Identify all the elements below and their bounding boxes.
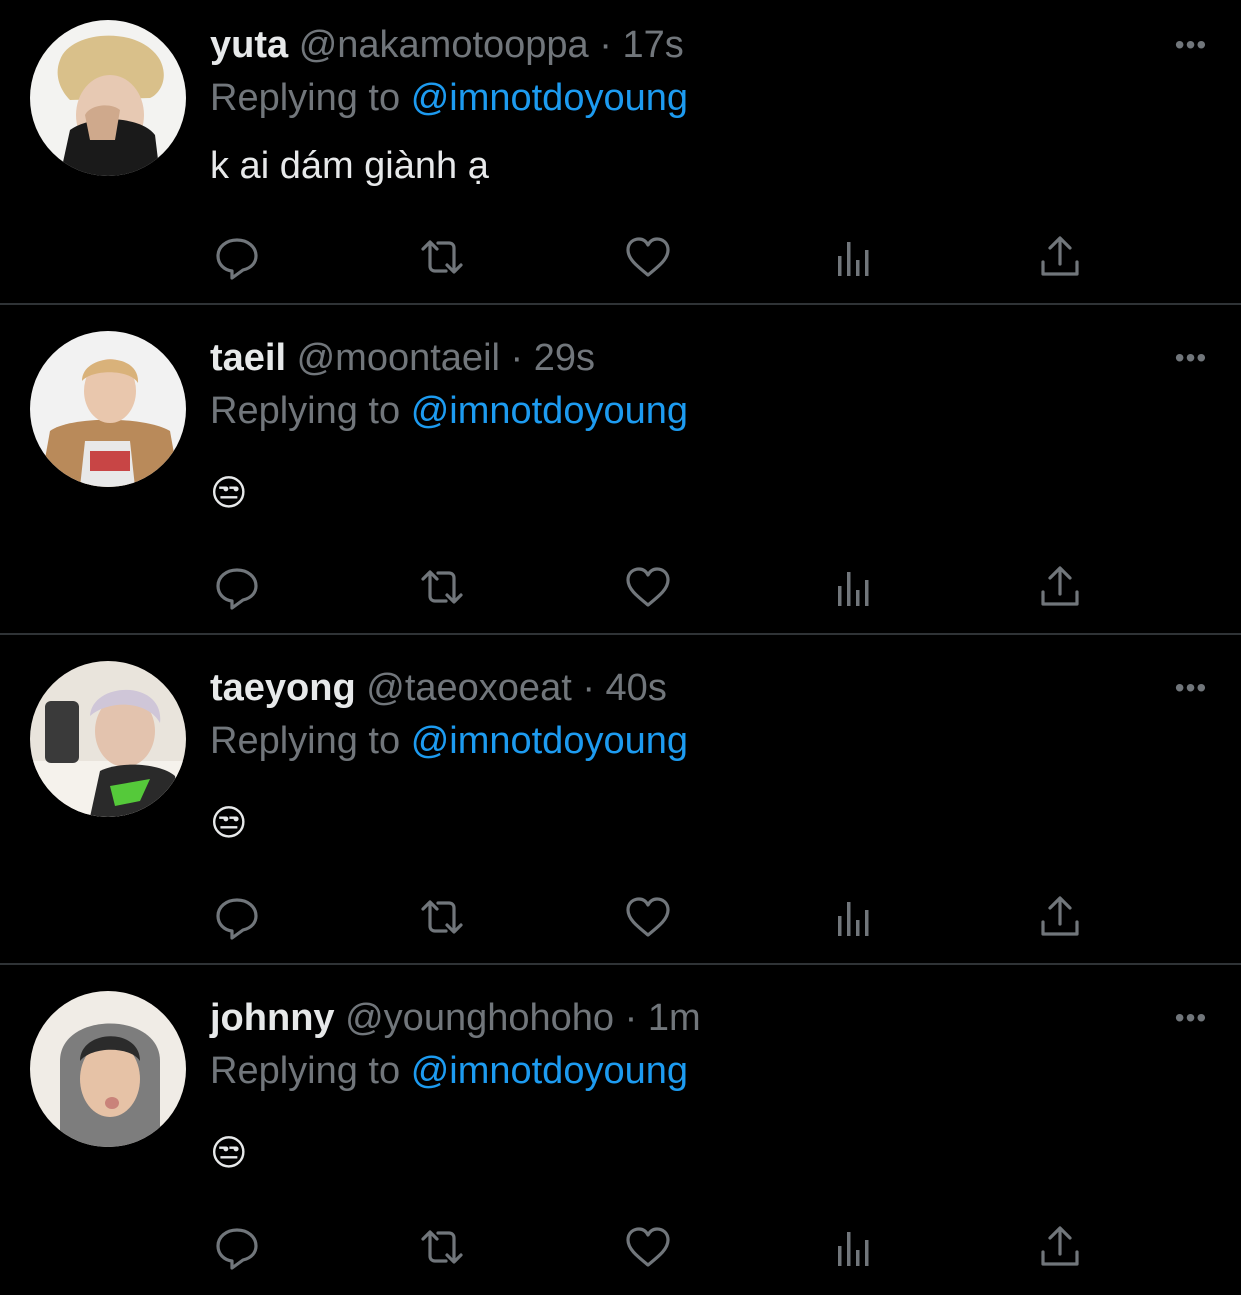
replying-to-line: Replying to @imnotdoyoung	[210, 1048, 688, 1094]
display-name[interactable]: yuta	[210, 24, 288, 66]
more-options-icon[interactable]: •••	[1171, 31, 1211, 59]
avatar[interactable]	[30, 331, 186, 487]
share-icon[interactable]	[1035, 562, 1085, 612]
reply-feed: yuta @nakamotooppa · 17s Replying to @im…	[0, 0, 1241, 1295]
tweet-actions	[210, 892, 1090, 942]
more-options-icon[interactable]: •••	[1171, 344, 1211, 372]
separator-dot: ·	[510, 337, 524, 379]
avatar-image	[30, 20, 186, 176]
like-icon[interactable]	[623, 1222, 673, 1272]
tweet-header: taeyong @taeoxoeat · 40s	[210, 665, 667, 711]
reply-icon[interactable]	[212, 232, 262, 282]
avatar-image	[30, 661, 186, 817]
replying-prefix: Replying to	[210, 1050, 401, 1092]
display-name[interactable]: johnny	[210, 997, 335, 1039]
user-handle[interactable]: @taeoxoeat	[366, 667, 572, 709]
like-icon[interactable]	[623, 892, 673, 942]
tweet-header: taeil @moontaeil · 29s	[210, 335, 595, 381]
replying-to-line: Replying to @imnotdoyoung	[210, 75, 688, 121]
tweet-header: yuta @nakamotooppa · 17s	[210, 22, 684, 68]
replying-prefix: Replying to	[210, 720, 401, 762]
retweet-icon[interactable]	[417, 232, 467, 282]
mention-link[interactable]: @imnotdoyoung	[411, 390, 688, 432]
more-options-icon[interactable]: •••	[1171, 1004, 1211, 1032]
timestamp[interactable]: 40s	[606, 667, 667, 709]
tweet-header: johnny @younghohoho · 1m	[210, 995, 701, 1041]
tweet-actions	[210, 232, 1090, 282]
views-icon[interactable]	[830, 562, 880, 612]
tweet-text: 😒	[210, 802, 248, 843]
retweet-icon[interactable]	[417, 1222, 467, 1272]
replying-prefix: Replying to	[210, 390, 401, 432]
avatar-image	[30, 991, 186, 1147]
separator-dot: ·	[599, 24, 612, 66]
like-icon[interactable]	[623, 562, 673, 612]
mention-link[interactable]: @imnotdoyoung	[411, 720, 688, 762]
avatar-image	[30, 331, 186, 487]
retweet-icon[interactable]	[417, 562, 467, 612]
tweet-text: 😒	[210, 472, 248, 513]
views-icon[interactable]	[830, 232, 880, 282]
replying-to-line: Replying to @imnotdoyoung	[210, 388, 688, 434]
display-name[interactable]: taeil	[210, 337, 286, 379]
share-icon[interactable]	[1035, 892, 1085, 942]
reply-icon[interactable]	[212, 562, 262, 612]
timestamp[interactable]: 17s	[622, 24, 683, 66]
avatar[interactable]	[30, 20, 186, 176]
retweet-icon[interactable]	[417, 892, 467, 942]
tweet-actions	[210, 562, 1090, 612]
like-icon[interactable]	[623, 232, 673, 282]
separator-dot: ·	[624, 997, 638, 1039]
timestamp[interactable]: 29s	[534, 337, 595, 379]
mention-link[interactable]: @imnotdoyoung	[411, 77, 688, 119]
replying-prefix: Replying to	[210, 77, 401, 119]
avatar[interactable]	[30, 991, 186, 1147]
tweet[interactable]: johnny @younghohoho · 1m Replying to @im…	[0, 965, 1241, 1295]
views-icon[interactable]	[830, 892, 880, 942]
views-icon[interactable]	[830, 1222, 880, 1272]
user-handle[interactable]: @younghohoho	[345, 997, 614, 1039]
reply-icon[interactable]	[212, 1222, 262, 1272]
tweet-actions	[210, 1222, 1090, 1272]
avatar[interactable]	[30, 661, 186, 817]
mention-link[interactable]: @imnotdoyoung	[411, 1050, 688, 1092]
user-handle[interactable]: @nakamotooppa	[299, 24, 589, 66]
reply-icon[interactable]	[212, 892, 262, 942]
share-icon[interactable]	[1035, 1222, 1085, 1272]
more-options-icon[interactable]: •••	[1171, 674, 1211, 702]
tweet[interactable]: yuta @nakamotooppa · 17s Replying to @im…	[0, 0, 1241, 305]
replying-to-line: Replying to @imnotdoyoung	[210, 718, 688, 764]
timestamp[interactable]: 1m	[648, 997, 701, 1039]
tweet-text: 😒	[210, 1132, 248, 1173]
share-icon[interactable]	[1035, 232, 1085, 282]
separator-dot: ·	[582, 667, 595, 709]
user-handle[interactable]: @moontaeil	[297, 337, 500, 379]
display-name[interactable]: taeyong	[210, 667, 356, 709]
tweet[interactable]: taeyong @taeoxoeat · 40s Replying to @im…	[0, 635, 1241, 965]
tweet[interactable]: taeil @moontaeil · 29s Replying to @imno…	[0, 305, 1241, 635]
tweet-text: k ai dám giành ạ	[210, 145, 489, 187]
